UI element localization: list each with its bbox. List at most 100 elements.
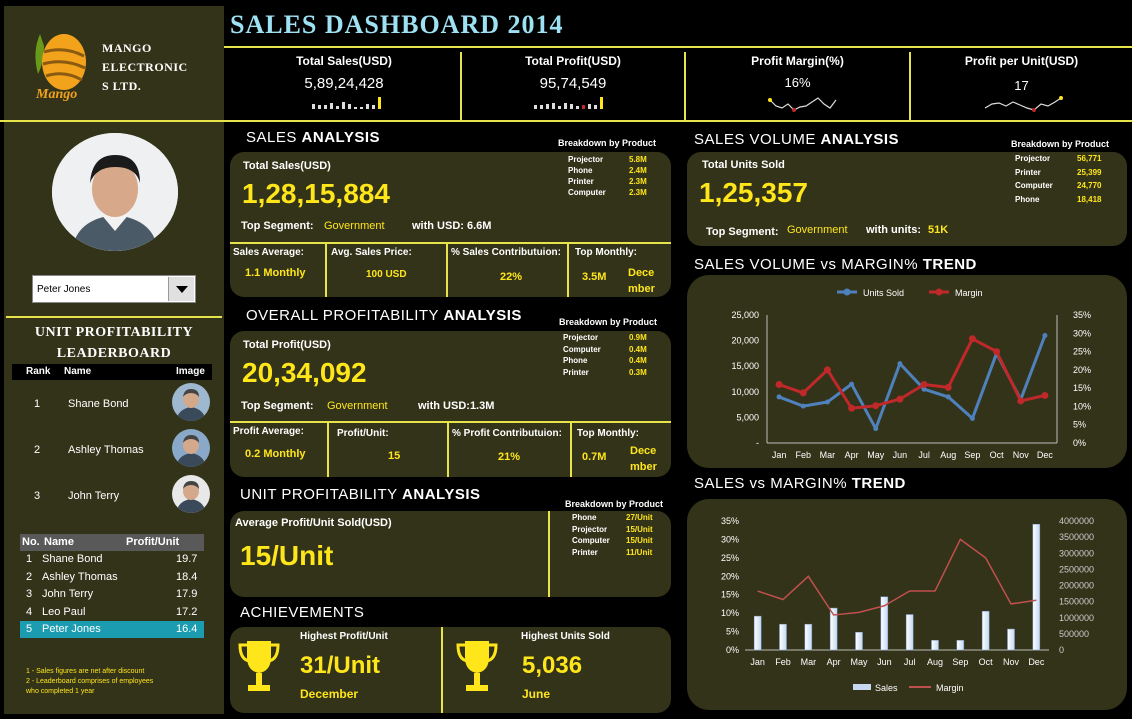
leaderboard-header: Rank Name Image	[12, 364, 212, 380]
divider-line	[570, 421, 572, 477]
table-row[interactable]: 2 Ashley Thomas 18.4	[20, 569, 204, 586]
rank: 1	[34, 398, 41, 410]
y-tick-label: 10%	[721, 608, 739, 618]
y-tick-label: 15%	[721, 590, 739, 600]
y2-tick-label: 35%	[1073, 310, 1091, 320]
x-tick-label: Dec	[1037, 450, 1054, 460]
x-tick-label: Oct	[979, 657, 994, 667]
breakdown-value: 0.3M	[629, 367, 647, 377]
employee-select[interactable]: Peter Jones	[32, 275, 196, 303]
bar	[855, 632, 863, 651]
x-tick-label: Oct	[990, 450, 1005, 460]
bar	[905, 614, 914, 651]
breakdown-name: Phone	[568, 166, 593, 175]
dropdown-button[interactable]	[168, 277, 194, 301]
sparkline	[768, 97, 837, 112]
achievements-card: Highest Profit/Unit 31/Unit December Hig…	[230, 627, 671, 713]
x-tick-label: Aug	[927, 657, 943, 667]
series-line	[757, 538, 1037, 616]
kpi-profit-per-unit: Profit per Unit(USD) 17	[911, 54, 1132, 112]
breakdown-name: Projector	[572, 524, 608, 534]
breakdown-value: 5.8M	[629, 155, 647, 164]
bar	[956, 640, 965, 651]
row-no: 3	[26, 588, 33, 600]
breakdown-item: Projector 15/Unit	[572, 525, 668, 537]
y2-tick-label: 20%	[1073, 365, 1091, 375]
top-month: Dece mber	[628, 267, 655, 295]
table-row[interactable]: 3 John Terry 17.9	[20, 586, 204, 603]
name: Shane Bond	[68, 398, 129, 410]
y-tick-label: 25%	[721, 553, 739, 563]
volume-breakdown-label: Breakdown by Product	[1011, 139, 1110, 149]
row-no: 5	[26, 623, 33, 635]
data-point	[897, 361, 903, 367]
x-tick-label: Jul	[918, 450, 930, 460]
profit-total-value: 20,34,092	[242, 357, 367, 388]
x-tick-label: Apr	[827, 657, 841, 667]
breakdown-item: Phone 18,418	[1015, 195, 1123, 209]
breakdown-item: Projector 56,771	[1015, 154, 1123, 168]
avatar	[172, 475, 210, 513]
y-tick-label: 15,000	[731, 361, 759, 371]
kpi-total-profit: Total Profit(USD) 95,74,549	[462, 54, 684, 109]
breakdown-item: Computer 24,770	[1015, 181, 1123, 195]
data-point	[849, 381, 855, 387]
breakdown-item: Printer 25,399	[1015, 168, 1123, 182]
achievements-title: ACHIEVEMENTS	[240, 604, 365, 621]
rank: 3	[34, 490, 41, 502]
page-title: SALES DASHBOARD 2014	[230, 10, 564, 39]
breakdown-name: Phone	[1015, 194, 1040, 204]
y-tick-label: 25,000	[731, 310, 759, 320]
top-month: Dece mber	[630, 445, 657, 473]
row-name: Ashley Thomas	[42, 570, 118, 583]
trend1-card: 25,000 20,000 15,000 10,000 5,000 - 35% 30% 25% 2…	[687, 275, 1127, 468]
data-point	[969, 415, 975, 421]
x-tick-label: Dec	[1028, 657, 1045, 667]
series-line	[778, 334, 1047, 431]
legend-marker	[935, 288, 943, 296]
sparkbar	[534, 97, 603, 109]
bar	[981, 611, 990, 651]
divider-line	[567, 242, 569, 297]
breakdown-value: 18,418	[1077, 194, 1102, 204]
leaderboard-row: 2 Ashley Thomas	[4, 426, 224, 472]
breakdown-name: Projector	[568, 155, 604, 164]
x-tick-label: Aug	[940, 450, 956, 460]
breakdown-name: Printer	[563, 367, 589, 377]
table-row[interactable]: 5 Peter Jones 16.4	[20, 621, 204, 638]
data-point	[799, 389, 807, 397]
kpi-strip: Total Sales(USD) 5,89,24,428 Total Profi…	[228, 48, 1132, 120]
breakdown-name: Computer	[568, 188, 606, 197]
leaderboard-row: 1 Shane Bond	[4, 380, 224, 426]
sales-analysis-title: SALES ANALYSIS	[246, 129, 380, 146]
data-point	[1041, 391, 1049, 399]
volume-analysis-card: Total Units Sold 1,25,357 Projector 56,77…	[687, 152, 1127, 246]
y2-tick-label: 0	[1059, 645, 1064, 655]
y-tick-label: 5%	[726, 627, 739, 637]
data-point	[944, 383, 952, 391]
bar	[1007, 628, 1015, 651]
avatar	[172, 429, 210, 467]
table-row[interactable]: 4 Leo Paul 17.2	[20, 604, 204, 621]
row-name: John Terry	[42, 588, 94, 600]
breakdown-value: 2.3M	[629, 177, 647, 186]
y-tick-label: 10,000	[731, 387, 759, 397]
sales-margin-chart: 35% 30% 25% 20% 15% 10% 5% 0% 4000000 3500000 3000…	[721, 516, 1094, 693]
unit-analysis-title: UNIT PROFITABILITY ANALYSIS	[240, 486, 481, 503]
x-tick-label: Jan	[750, 657, 765, 667]
row-ppu: 19.7	[176, 553, 198, 565]
achievement-value: 5,036	[522, 652, 583, 679]
table-row[interactable]: 1 Shane Bond 19.7	[20, 551, 204, 568]
y2-tick-label: 3000000	[1059, 548, 1094, 558]
breakdown-item: Computer 0.4M	[563, 345, 663, 357]
y2-tick-label: 2500000	[1059, 564, 1094, 574]
x-tick-label: Sep	[952, 657, 968, 667]
breakdown-item: Computer 2.3M	[568, 188, 668, 199]
y2-tick-label: 500000	[1059, 629, 1089, 639]
breakdown-name: Printer	[1015, 167, 1041, 177]
kpi-profit-margin: Profit Margin(%) 16%	[686, 54, 909, 112]
y2-tick-label: 4000000	[1059, 516, 1094, 526]
footnotes: 1 - Sales figures are net after discount…	[26, 668, 154, 695]
legend-label: Sales	[875, 683, 898, 693]
leaderboard-title: UNIT PROFITABILITY LEADERBOARD	[34, 325, 194, 361]
